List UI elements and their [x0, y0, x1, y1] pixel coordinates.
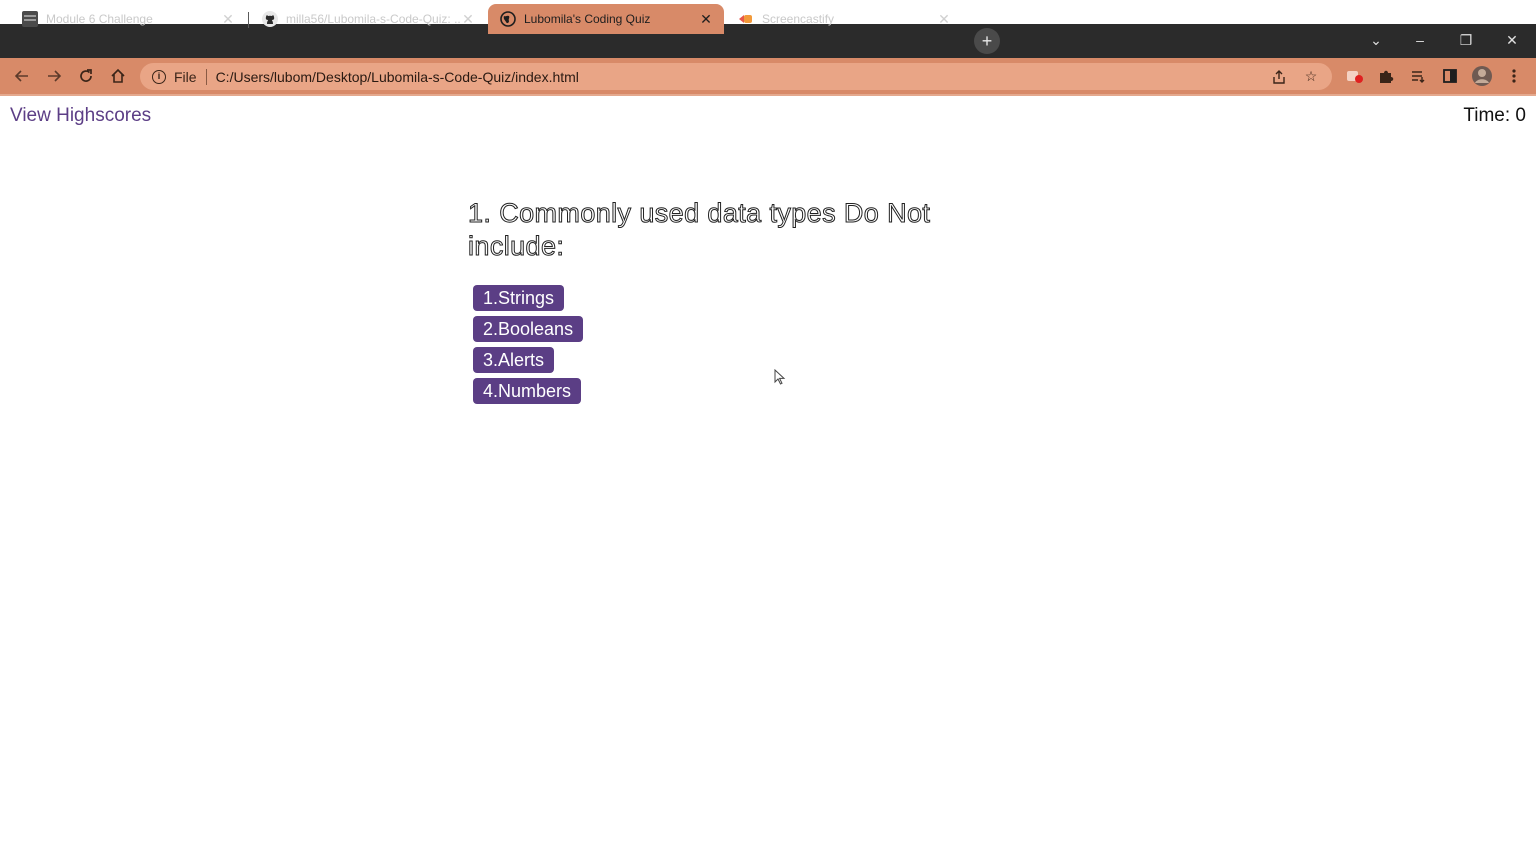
extensions-puzzle-icon[interactable]	[1374, 64, 1398, 88]
toolbar-divider	[0, 94, 1536, 96]
document-icon	[22, 11, 38, 27]
choice-button-booleans[interactable]: 2.Booleans	[473, 316, 584, 342]
answer-choices: 1.Strings 2.Booleans 3.Alerts 4.Numbers	[473, 285, 584, 409]
profile-avatar[interactable]	[1470, 64, 1494, 88]
window-close-icon[interactable]: ✕	[1497, 28, 1527, 52]
close-icon[interactable]: ✕	[698, 11, 714, 28]
tab-search-icon[interactable]: ⌄	[1361, 28, 1391, 52]
tab-title: milla56/Lubomila-s-Code-Quiz: ...	[286, 12, 460, 26]
back-icon[interactable]	[10, 64, 34, 88]
bookmark-star-icon[interactable]: ☆	[1300, 66, 1322, 88]
address-scheme-label: File	[174, 68, 197, 85]
globe-icon	[500, 11, 516, 27]
github-icon	[262, 11, 278, 27]
address-divider	[205, 68, 207, 85]
choice-button-numbers[interactable]: 4.Numbers	[473, 378, 582, 404]
tab-title: Lubomila's Coding Quiz	[524, 12, 651, 26]
forward-icon[interactable]	[42, 64, 66, 88]
choice-button-alerts[interactable]: 3.Alerts	[473, 347, 555, 373]
reload-icon[interactable]	[74, 64, 98, 88]
address-bar[interactable]: i File C:/Users/lubom/Desktop/Lubomila-s…	[140, 63, 1332, 90]
restore-icon[interactable]: ❐	[1451, 28, 1481, 52]
tab-module-6-challenge[interactable]: Module 6 Challenge ✕	[10, 4, 246, 34]
reading-list-icon[interactable]	[1406, 64, 1430, 88]
mouse-cursor-icon	[774, 368, 786, 390]
choice-button-strings[interactable]: 1.Strings	[473, 285, 565, 311]
home-icon[interactable]	[106, 64, 130, 88]
address-url[interactable]: C:/Users/lubom/Desktop/Lubomila-s-Code-Q…	[216, 69, 1268, 85]
new-tab-button[interactable]: +	[974, 28, 1000, 54]
close-icon[interactable]: ✕	[936, 11, 952, 28]
tab-coding-quiz[interactable]: Lubomila's Coding Quiz ✕	[488, 4, 724, 34]
browser-menu-icon[interactable]	[1502, 64, 1526, 88]
info-icon[interactable]: i	[152, 69, 166, 84]
tab-title: Screencastify	[762, 12, 835, 26]
screencastify-recording-icon[interactable]	[1342, 64, 1366, 88]
side-panel-icon[interactable]	[1438, 64, 1462, 88]
share-icon[interactable]	[1268, 66, 1290, 88]
view-highscores-link[interactable]: View Highscores	[10, 105, 151, 127]
minimize-icon[interactable]: –	[1405, 28, 1435, 52]
timer-display: Time: 0	[1463, 105, 1526, 126]
tab-screencastify[interactable]: Screencastify ✕	[726, 4, 962, 34]
question-title: 1. Commonly used data types Do Not inclu…	[468, 198, 931, 262]
close-icon[interactable]: ✕	[220, 11, 236, 28]
tab-divider	[248, 12, 249, 28]
close-icon[interactable]: ✕	[460, 11, 476, 28]
tab-github-repo[interactable]: milla56/Lubomila-s-Code-Quiz: ... ✕	[250, 4, 486, 34]
tab-title: Module 6 Challenge	[46, 12, 153, 26]
screencastify-icon	[738, 11, 754, 27]
